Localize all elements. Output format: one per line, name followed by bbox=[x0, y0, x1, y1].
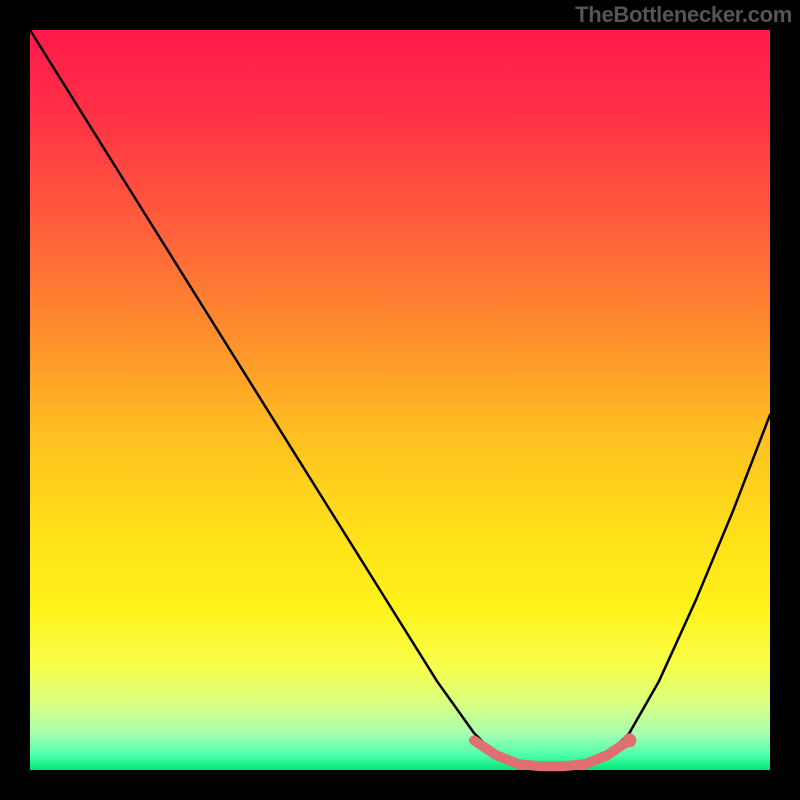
bottleneck-chart bbox=[0, 0, 800, 800]
marker-dot bbox=[622, 733, 636, 747]
chart-frame: TheBottlenecker.com bbox=[0, 0, 800, 800]
attribution-label: TheBottlenecker.com bbox=[575, 2, 792, 28]
plot-background bbox=[30, 30, 770, 770]
